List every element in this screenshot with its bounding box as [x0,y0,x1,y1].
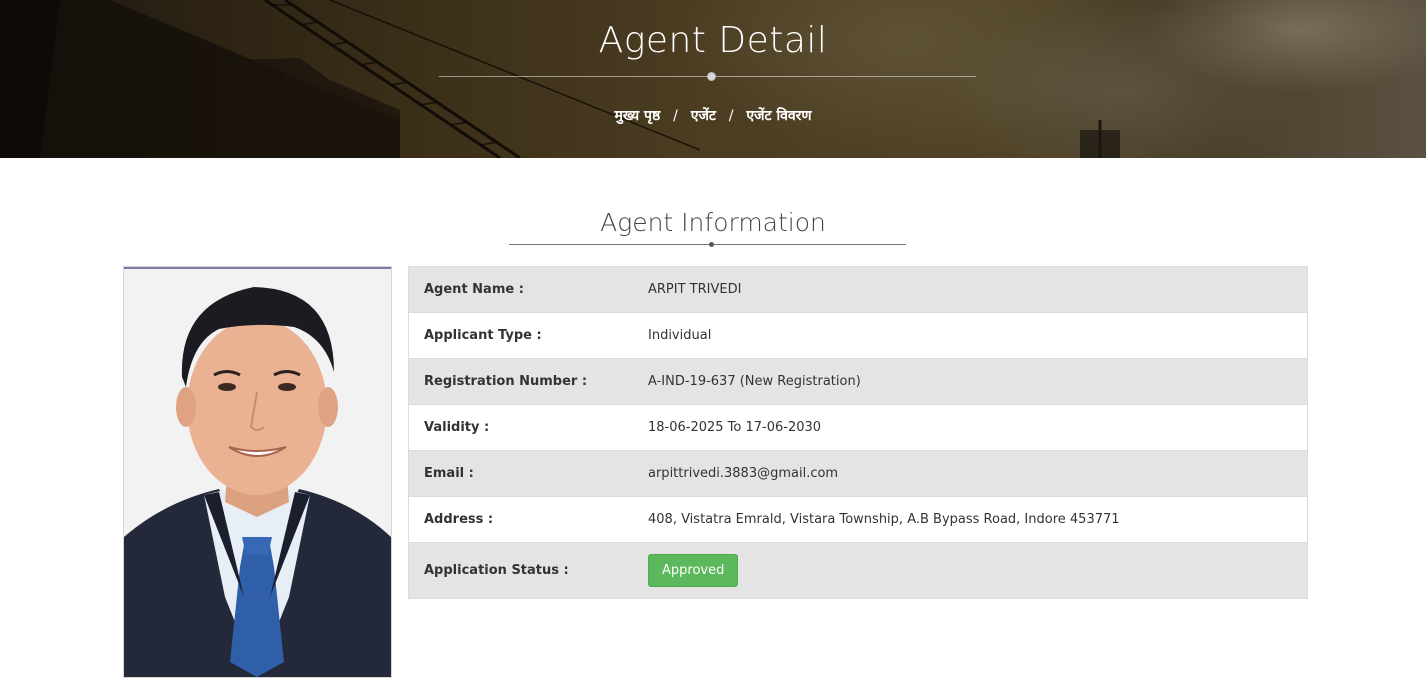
detail-row-agent-name: Agent Name : ARPIT TRIVEDI [409,267,1307,312]
detail-label: Registration Number : [424,374,588,389]
detail-value: ARPIT TRIVEDI [648,282,742,297]
status-badge[interactable]: Approved [648,554,739,587]
page-banner: Agent Detail मुख्य पृष्ठ / एजेंट / एजेंट… [0,0,1426,158]
detail-value: A-IND-19-637 (New Registration) [648,374,861,389]
breadcrumb-home-link[interactable]: मुख्य पृष्ठ [615,108,661,124]
detail-row-application-status: Application Status : Approved [409,542,1307,598]
detail-label: Application Status : [424,563,569,578]
detail-label: Email : [424,466,474,481]
detail-row-address: Address : 408, Vistatra Emrald, Vistara … [409,496,1307,542]
detail-label: Applicant Type : [424,328,542,343]
breadcrumb-agents-link[interactable]: एजेंट [691,108,716,124]
detail-label: Validity : [424,420,490,435]
detail-label: Agent Name : [424,282,524,297]
detail-label: Address : [424,512,494,527]
detail-value-status: Approved [648,554,739,587]
section-divider [509,244,906,245]
title-divider-dot [707,72,716,81]
detail-row-registration-number: Registration Number : A-IND-19-637 (New … [409,358,1307,404]
detail-value: 18-06-2025 To 17-06-2030 [648,420,822,435]
detail-row-validity: Validity : 18-06-2025 To 17-06-2030 [409,404,1307,450]
breadcrumb-separator: / [728,108,734,124]
agent-details-table: Agent Name : ARPIT TRIVEDI Applicant Typ… [408,266,1308,599]
detail-row-applicant-type: Applicant Type : Individual [409,312,1307,358]
section-divider-dot [709,242,714,247]
detail-value: Individual [648,328,712,343]
detail-value: 408, Vistatra Emrald, Vistara Township, … [648,512,1120,527]
breadcrumb-separator: / [673,108,678,124]
detail-value: arpittrivedi.3883@gmail.com [648,466,839,481]
breadcrumb-current: एजेंट विवरण [746,108,812,124]
section-title: Agent Information [600,208,826,237]
breadcrumb: मुख्य पृष्ठ / एजेंट / एजेंट विवरण [0,106,1426,125]
agent-photo-image [124,267,391,677]
agent-photo [123,266,392,678]
detail-row-email: Email : arpittrivedi.3883@gmail.com [409,450,1307,496]
page-title: Agent Detail [598,20,828,61]
